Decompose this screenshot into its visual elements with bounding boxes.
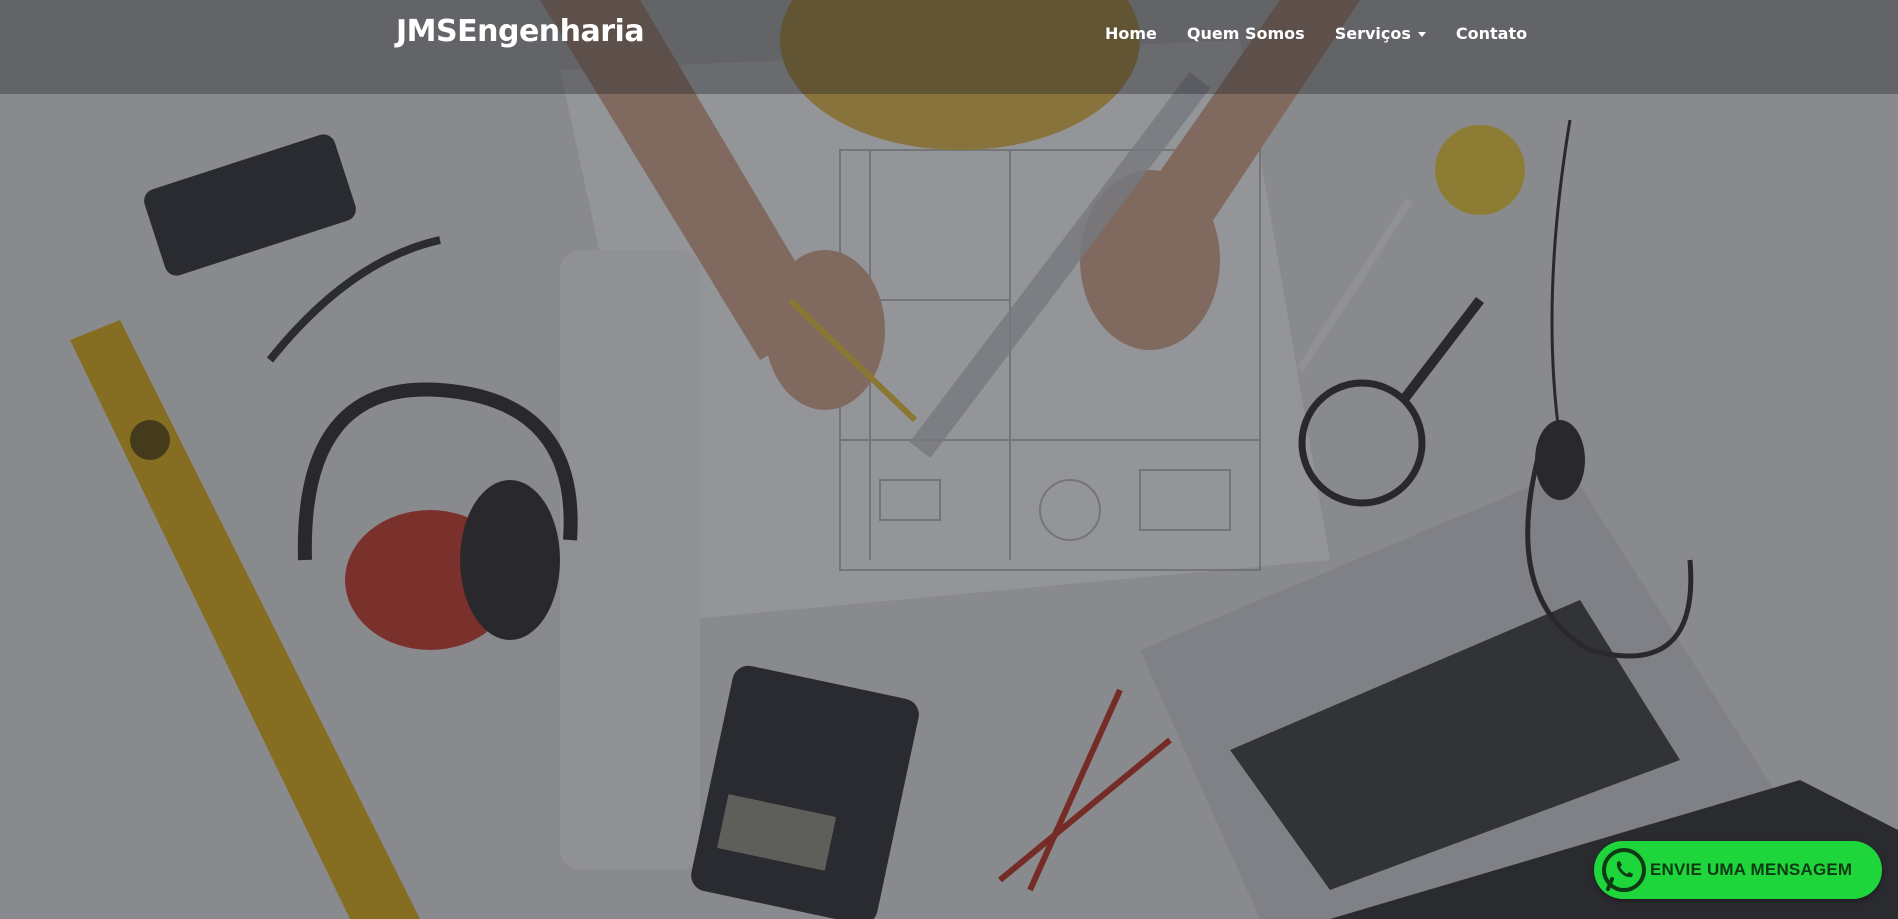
whatsapp-icon (1602, 848, 1646, 892)
nav-link-quem-somos[interactable]: Quem Somos (1187, 24, 1305, 43)
hero-dark-overlay (0, 0, 1898, 919)
nav-link-contato-label: Contato (1455, 24, 1528, 43)
nav-dropdown-servicos-label: Serviços (1334, 24, 1411, 43)
nav-links: Home Quem Somos Serviços Contato (1105, 24, 1557, 43)
nav-dropdown-servicos[interactable]: Serviços (1335, 24, 1426, 43)
page: JMSEngenharia Home Quem Somos Serviços C… (0, 0, 1898, 919)
nav-link-contato[interactable]: Contato (1456, 24, 1527, 43)
top-navbar: JMSEngenharia Home Quem Somos Serviços C… (0, 0, 1898, 94)
nav-link-home-label: Home (1105, 24, 1157, 43)
whatsapp-message-button[interactable]: ENVIE UMA MENSAGEM (1594, 841, 1882, 899)
nav-link-home[interactable]: Home (1105, 24, 1157, 43)
nav-link-quem-somos-label: Quem Somos (1186, 24, 1305, 43)
caret-down-icon (1417, 32, 1426, 37)
whatsapp-button-label: ENVIE UMA MENSAGEM (1650, 860, 1853, 879)
brand-logo-link[interactable]: JMSEngenharia (396, 14, 645, 49)
